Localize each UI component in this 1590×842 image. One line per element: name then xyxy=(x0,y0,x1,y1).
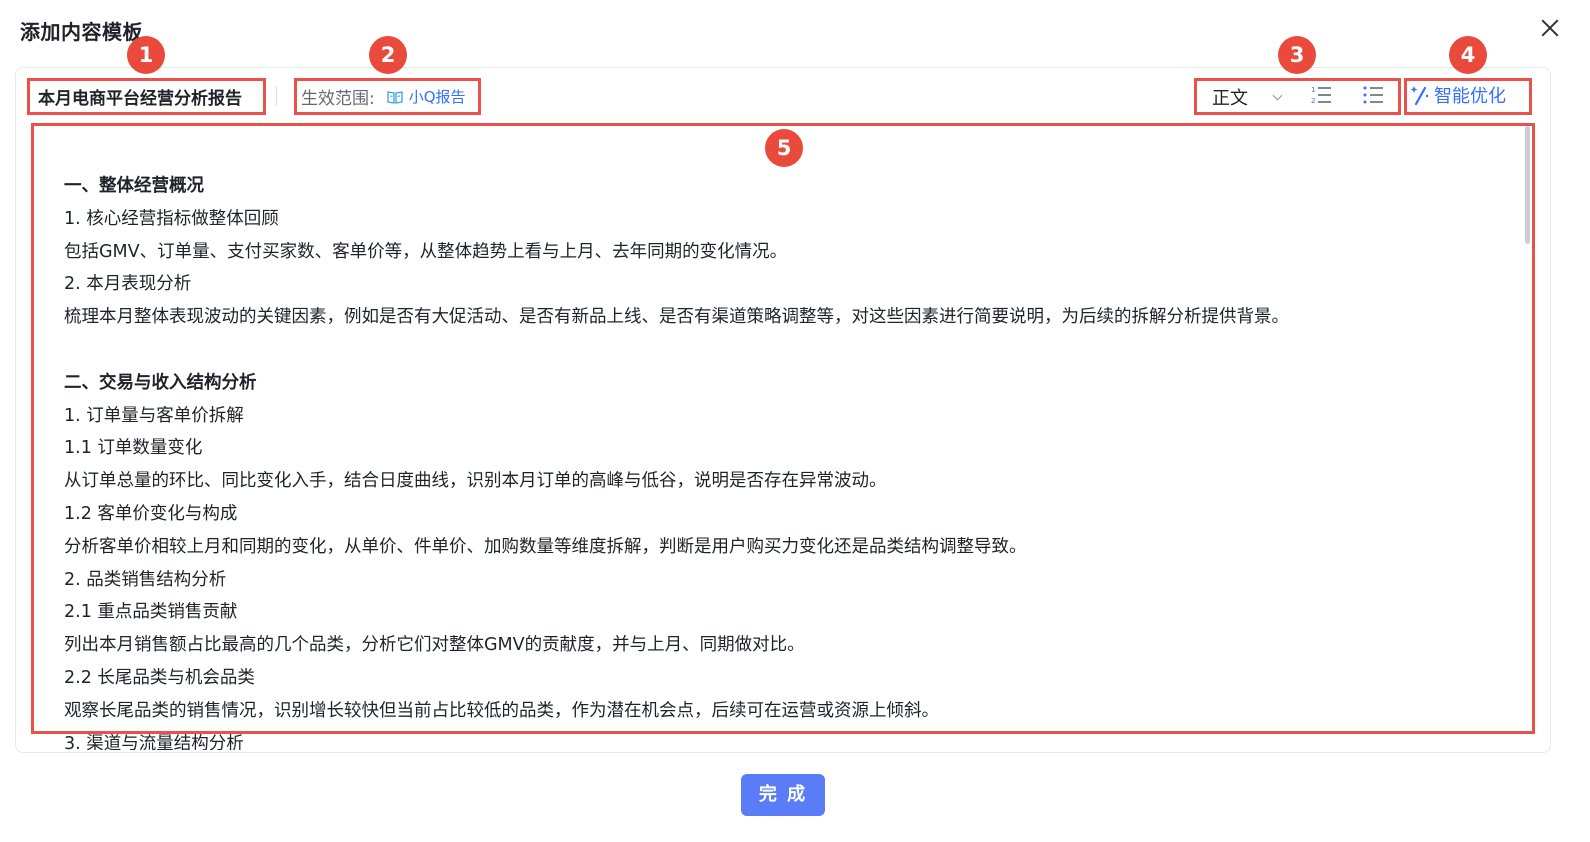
template-title[interactable]: 本月电商平台经营分析报告 xyxy=(38,84,242,109)
scrollbar-thumb[interactable] xyxy=(1525,126,1530,244)
chevron-down-icon xyxy=(1272,90,1283,100)
text-style-value: 正文 xyxy=(1212,88,1248,109)
content-paragraph: 分析客单价相较上月和同期的变化，从单价、件单价、加购数量等维度拆解，判断是用户购… xyxy=(64,536,1027,557)
content-paragraph: 观察长尾品类的销售情况，识别增长较快但当前占比较低的品类，作为潜在机会点，后续可… xyxy=(64,700,939,721)
ai-optimize-button[interactable]: 智能优化 xyxy=(1410,82,1506,108)
close-icon[interactable] xyxy=(1538,16,1562,40)
unordered-list-icon[interactable] xyxy=(1362,84,1384,106)
content-paragraph: 2.2 长尾品类与机会品类 xyxy=(64,667,255,688)
annotation-badge-3: 3 xyxy=(1278,36,1316,74)
content-paragraph: 1.1 订单数量变化 xyxy=(64,438,203,459)
annotation-badge-1: 1 xyxy=(127,36,165,74)
content-heading: 一、整体经营概况 xyxy=(64,176,204,196)
scope-tag[interactable]: 小Q报告 xyxy=(387,86,466,107)
content-paragraph: 3. 渠道与流量结构分析 xyxy=(64,733,244,750)
content-heading: 二、交易与收入结构分析 xyxy=(64,372,257,393)
scope-field: 生效范围: 小Q报告 xyxy=(301,84,466,109)
content-paragraph: 梳理本月整体表现波动的关键因素，例如是否有大促活动、是否有新品上线、是否有渠道策… xyxy=(64,307,1289,328)
content-paragraph: 1. 订单量与客单价拆解 xyxy=(64,405,244,426)
content-paragraph: 2. 品类销售结构分析 xyxy=(64,569,227,590)
annotation-badge-4: 4 xyxy=(1449,36,1487,74)
magic-wand-icon xyxy=(1410,86,1429,106)
book-icon xyxy=(387,90,403,104)
dialog-title: 添加内容模板 xyxy=(20,20,143,44)
content-paragraph: 列出本月销售额占比最高的几个品类，分析它们对整体GMV的贡献度，并与上月、同期做… xyxy=(64,635,805,656)
content-paragraph: 包括GMV、订单量、支付买家数、客单价等，从整体趋势上看与上月、去年同期的变化情… xyxy=(64,241,788,262)
content-body: 一、整体经营概况 1. 核心经营指标做整体回顾包括GMV、订单量、支付买家数、客单… xyxy=(64,170,1508,750)
svg-text:1: 1 xyxy=(1311,86,1315,94)
content-paragraph: 1. 核心经营指标做整体回顾 xyxy=(64,208,279,229)
add-content-template-dialog: 添加内容模板 本月电商平台经营分析报告 生效范围: 小Q报告 正文 1 2 智能… xyxy=(0,0,1590,842)
ai-optimize-label: 智能优化 xyxy=(1434,86,1506,107)
content-paragraph: 从订单总量的环比、同比变化入手，结合日度曲线，识别本月订单的高峰与低谷，说明是否… xyxy=(64,471,887,492)
svg-text:2: 2 xyxy=(1311,97,1315,105)
template-content-editor[interactable]: 一、整体经营概况 1. 核心经营指标做整体回顾包括GMV、订单量、支付买家数、客单… xyxy=(34,126,1528,750)
scope-value: 小Q报告 xyxy=(408,88,466,106)
content-paragraph: 2. 本月表现分析 xyxy=(64,274,192,295)
content-paragraph: 1.2 客单价变化与构成 xyxy=(64,503,238,524)
done-button[interactable]: 完 成 xyxy=(741,774,825,816)
ordered-list-icon[interactable]: 1 2 xyxy=(1310,84,1332,106)
content-paragraph: 2.1 重点品类销售贡献 xyxy=(64,602,238,623)
toolbar-divider xyxy=(276,86,277,106)
scope-label: 生效范围: xyxy=(301,89,375,109)
annotation-badge-2: 2 xyxy=(369,36,407,74)
annotation-badge-5: 5 xyxy=(765,129,803,167)
text-style-select[interactable]: 正文 xyxy=(1212,84,1283,110)
